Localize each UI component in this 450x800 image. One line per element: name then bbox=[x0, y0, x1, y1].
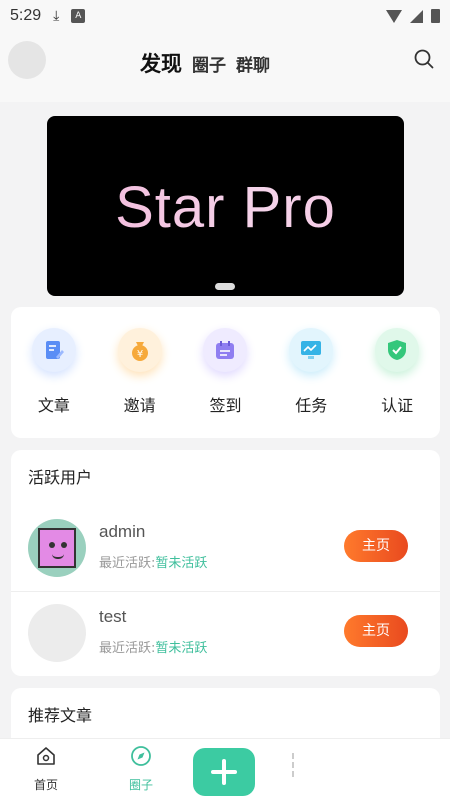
last-active-label: 最近活跃: bbox=[99, 556, 156, 571]
last-active-value: 暂未活跃 bbox=[155, 556, 208, 571]
user-last-active: 最近活跃:暂未活跃 bbox=[99, 637, 207, 656]
user-avatar[interactable] bbox=[28, 519, 86, 577]
section-title: 推荐文章 bbox=[28, 706, 93, 725]
add-post-button[interactable] bbox=[193, 748, 255, 796]
feature-invite[interactable]: ¥ 邀请 bbox=[105, 325, 175, 438]
user-name[interactable]: admin bbox=[99, 522, 145, 542]
active-users-section: 活跃用户 admin 最近活跃:暂未活跃 主页 test 最近活跃:暂未活跃 主… bbox=[11, 450, 440, 676]
top-tabs: 发现 圈子 群聊 bbox=[140, 48, 270, 78]
last-active-value: 暂未活跃 bbox=[155, 641, 208, 656]
user-row[interactable]: test 最近活跃:暂未活跃 主页 bbox=[11, 593, 440, 677]
feature-checkin-label: 签到 bbox=[209, 396, 242, 415]
overlay-placeholder bbox=[292, 753, 312, 777]
nav-circles-label: 圈子 bbox=[128, 778, 153, 792]
feature-article-label: 文章 bbox=[37, 396, 70, 415]
banner-title: Star Pro bbox=[47, 174, 404, 241]
calendar-icon bbox=[203, 328, 248, 372]
last-active-label: 最近活跃: bbox=[99, 641, 156, 656]
shield-icon bbox=[375, 328, 420, 372]
home-icon bbox=[37, 747, 55, 765]
bottom-nav: 首页 圈子 bbox=[0, 738, 450, 800]
user-name[interactable]: test bbox=[99, 607, 126, 627]
status-time: 5:29 bbox=[10, 7, 42, 24]
section-title: 活跃用户 bbox=[28, 468, 93, 487]
feature-task[interactable]: 任务 bbox=[276, 325, 346, 438]
top-header: 发现 圈子 群聊 bbox=[0, 32, 450, 102]
feature-checkin[interactable]: 签到 bbox=[190, 325, 260, 438]
feature-verify[interactable]: 认证 bbox=[362, 325, 432, 438]
user-last-active: 最近活跃:暂未活跃 bbox=[99, 552, 207, 571]
feature-shortcuts: 文章 ¥ 邀请 签到 任务 认证 bbox=[11, 307, 440, 438]
search-icon[interactable] bbox=[414, 49, 434, 69]
feature-verify-label: 认证 bbox=[381, 396, 414, 415]
user-avatar[interactable] bbox=[28, 604, 86, 662]
svg-text:¥: ¥ bbox=[137, 349, 143, 360]
banner-carousel[interactable]: Star Pro bbox=[47, 116, 404, 296]
nav-home-label: 首页 bbox=[33, 778, 58, 792]
cube-face-avatar-icon bbox=[38, 528, 76, 568]
signal-icon bbox=[410, 9, 423, 23]
wifi-icon bbox=[386, 9, 402, 23]
user-row[interactable]: admin 最近活跃:暂未活跃 主页 bbox=[11, 508, 440, 592]
tab-discover[interactable]: 发现 bbox=[140, 48, 182, 78]
compass-icon bbox=[131, 746, 151, 766]
tab-group-chat[interactable]: 群聊 bbox=[236, 51, 270, 76]
nav-home[interactable]: 首页 bbox=[21, 745, 71, 793]
carousel-indicator bbox=[215, 283, 235, 290]
download-icon: ⤓ bbox=[53, 8, 60, 24]
money-bag-icon: ¥ bbox=[117, 328, 162, 372]
tab-circles[interactable]: 圈子 bbox=[192, 51, 226, 76]
status-bar: 5:29 ⤓ A bbox=[0, 0, 450, 32]
user-avatar[interactable] bbox=[8, 41, 46, 79]
monitor-icon bbox=[289, 328, 334, 372]
nav-circles[interactable]: 圈子 bbox=[116, 745, 166, 793]
article-icon bbox=[31, 328, 76, 372]
user-homepage-button[interactable]: 主页 bbox=[344, 615, 408, 647]
app-notification-icon: A bbox=[71, 9, 86, 23]
feature-task-label: 任务 bbox=[295, 396, 328, 415]
feature-article[interactable]: 文章 bbox=[19, 325, 89, 438]
battery-icon bbox=[431, 9, 440, 23]
feature-invite-label: 邀请 bbox=[123, 396, 156, 415]
plus-icon bbox=[211, 759, 237, 785]
user-homepage-button[interactable]: 主页 bbox=[344, 530, 408, 562]
